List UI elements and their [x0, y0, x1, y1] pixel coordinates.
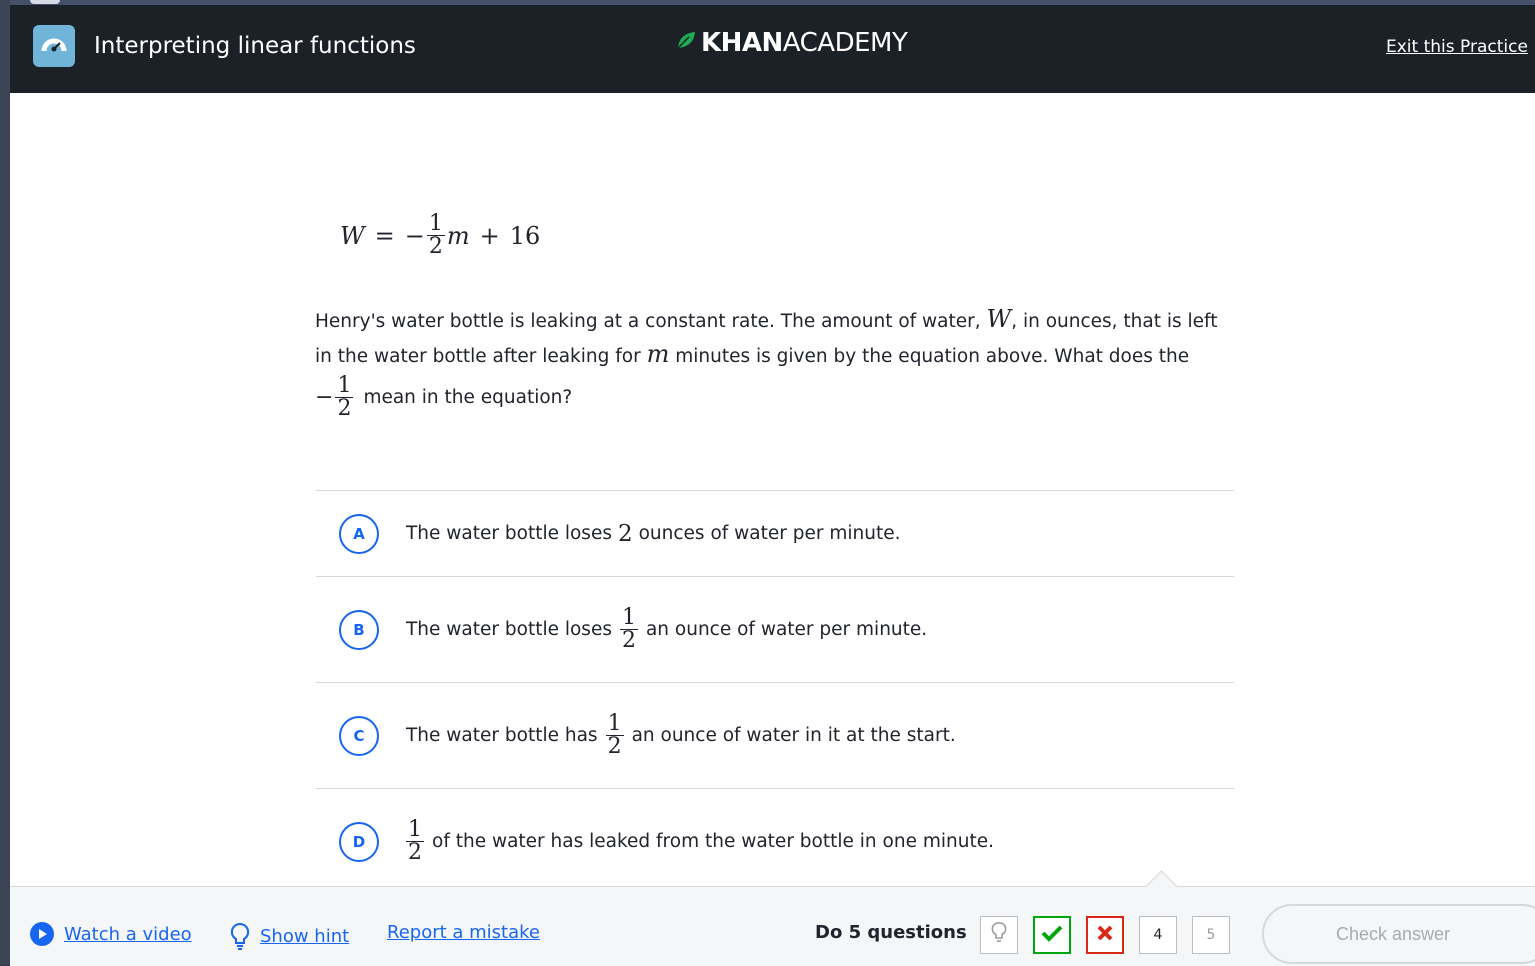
question-line-3: − 1 2 mean in the equation?	[315, 375, 1230, 420]
choice-b-fraction: 1 2	[619, 605, 638, 653]
leaf-icon	[675, 27, 697, 59]
equation-fraction: 1 2	[426, 211, 445, 259]
check-icon	[1041, 924, 1063, 946]
choice-c-fraction: 1 2	[605, 711, 624, 759]
page-title: Interpreting linear functions	[94, 33, 416, 59]
fraction-numerator: 1	[408, 817, 422, 842]
question-minus: −	[315, 385, 334, 410]
question-line-1: Henry's water bottle is leaking at a con…	[315, 303, 1230, 338]
exercise-footer: Watch a video Show hint Report a mistake…	[10, 870, 1535, 966]
report-mistake-link[interactable]: Report a mistake	[387, 922, 540, 943]
question-line1-start: Henry's water bottle is leaking at a con…	[315, 311, 981, 332]
watch-video-link[interactable]: Watch a video	[30, 922, 192, 946]
x-icon	[1096, 924, 1114, 946]
choice-d[interactable]: D 1 2 of the water has leaked from the w…	[316, 788, 1234, 886]
choice-a[interactable]: A The water bottle loses 2 ounces of wat…	[316, 490, 1234, 576]
choice-b-text-start: The water bottle loses	[406, 619, 612, 640]
exit-practice-link[interactable]: Exit this Practice	[1386, 37, 1528, 57]
choice-text-b: The water bottle loses 1 2 an ounce of w…	[406, 607, 927, 652]
progress-hint-used	[980, 916, 1018, 954]
linear-equation: W = − 1 2 m + 16	[340, 213, 540, 258]
choice-text-d: 1 2 of the water has leaked from the wat…	[406, 819, 994, 864]
fraction-numerator: 1	[607, 711, 622, 736]
choice-text-c: The water bottle has 1 2 an ounce of wat…	[406, 713, 956, 758]
check-answer-button[interactable]: Check answer	[1262, 904, 1535, 964]
choice-a-number: 2	[617, 520, 633, 547]
question-line3-text: mean in the equation?	[363, 387, 573, 408]
top-bar: Interpreting linear functions KHAN ACADEM…	[10, 5, 1535, 93]
choice-c-text-start: The water bottle has	[406, 725, 598, 746]
fraction-numerator: 1	[337, 373, 352, 398]
khan-academy-logo[interactable]: KHAN ACADEMY	[675, 27, 908, 59]
choice-c-text-end: an ounce of water in it at the start.	[631, 725, 956, 746]
fraction-numerator: 1	[428, 211, 443, 236]
answer-choices: A The water bottle loses 2 ounces of wat…	[316, 490, 1234, 886]
choice-letter-d[interactable]: D	[339, 821, 379, 862]
choice-c[interactable]: C The water bottle has 1 2 an ounce of w…	[316, 682, 1234, 788]
question-text: Henry's water bottle is leaking at a con…	[315, 303, 1230, 420]
choice-letter-c[interactable]: C	[339, 715, 379, 756]
do-questions-label: Do 5 questions	[815, 922, 967, 943]
question-line2-end: minutes is given by the equation above. …	[675, 346, 1190, 367]
question-var-m: m	[646, 340, 670, 368]
equation-minus: −	[404, 221, 425, 250]
question-fraction: 1 2	[335, 373, 354, 421]
choice-a-text-end: ounces of water per minute.	[638, 523, 901, 544]
fraction-denominator: 2	[426, 234, 445, 259]
question-line1-end: , in ounces, that is left	[1011, 311, 1218, 332]
exercise-icon	[33, 25, 75, 67]
progress-correct	[1033, 916, 1071, 954]
equation-equals: =	[374, 221, 395, 250]
fraction-denominator: 2	[619, 628, 638, 653]
play-icon	[30, 922, 54, 946]
show-hint-label: Show hint	[260, 925, 350, 947]
equation-variable: m	[446, 221, 470, 250]
equation-constant: 16	[509, 221, 541, 250]
window-left-border	[0, 0, 10, 965]
fraction-denominator: 2	[605, 734, 624, 759]
question-line2-start: in the water bottle after leaking for	[315, 346, 641, 367]
equation-lhs: W	[340, 221, 365, 250]
lightbulb-icon	[230, 922, 250, 950]
fraction-denominator: 2	[335, 396, 354, 421]
choice-b-text-end: an ounce of water per minute.	[645, 619, 928, 640]
lightbulb-icon	[991, 921, 1007, 949]
choice-d-text-end: of the water has leaked from the water b…	[432, 831, 994, 852]
choice-a-text-start: The water bottle loses	[406, 523, 612, 544]
question-var-w: W	[986, 305, 1012, 333]
progress-current: 4	[1139, 916, 1177, 954]
question-line-2: in the water bottle after leaking for m …	[315, 338, 1230, 373]
progress-upcoming: 5	[1192, 916, 1230, 954]
equation-plus: +	[479, 221, 500, 250]
watch-video-label: Watch a video	[64, 923, 192, 945]
progress-wrong	[1086, 916, 1124, 954]
logo-text-bold: KHAN	[701, 28, 783, 58]
choice-b[interactable]: B The water bottle loses 1 2 an ounce of…	[316, 576, 1234, 682]
choice-letter-b[interactable]: B	[339, 609, 379, 650]
choice-d-fraction: 1 2	[406, 819, 424, 864]
exercise-content: W = − 1 2 m + 16 Henry's water bottle is…	[10, 93, 1535, 886]
fraction-denominator: 2	[406, 840, 424, 865]
fraction-numerator: 1	[621, 605, 636, 630]
window-tab-accent	[30, 0, 60, 4]
show-hint-link[interactable]: Show hint	[230, 922, 349, 950]
logo-text-light: ACADEMY	[782, 28, 908, 58]
choice-text-a: The water bottle loses 2 ounces of water…	[406, 521, 901, 547]
choice-letter-a[interactable]: A	[339, 513, 379, 554]
